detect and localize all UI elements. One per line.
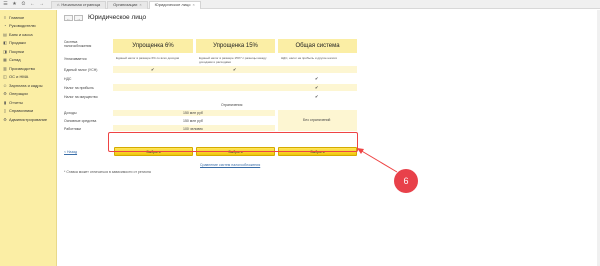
- assets-icon: ◫: [3, 74, 7, 80]
- factory-icon: ▥: [3, 65, 7, 71]
- bank-icon: ▤: [3, 31, 7, 37]
- employees-label: Работники: [64, 127, 82, 131]
- close-icon[interactable]: ×: [192, 1, 194, 9]
- gear-icon: ⚙: [3, 116, 7, 122]
- warehouse-icon: ▦: [3, 57, 7, 63]
- fixed-assets-limit: 150 млн руб: [183, 119, 203, 123]
- single-tax-label: Единый налог (УСН): [64, 68, 98, 72]
- reports-icon: ▮: [3, 99, 7, 105]
- profit-tax-label: Налог на прибыль: [64, 86, 94, 90]
- footnote: * Ставка может отличаться в зависимости …: [64, 170, 151, 174]
- column-header-general: Общая система: [278, 39, 357, 53]
- usn6-description: Единый налог в размере 6% со всех доходо…: [116, 56, 180, 60]
- compare-link[interactable]: Сравнение систем налогообложения: [200, 163, 260, 167]
- step-marker: 6: [394, 169, 418, 193]
- sidebar-item-label: Продажи: [9, 40, 26, 46]
- tab-organizations[interactable]: Организации ×: [107, 0, 148, 9]
- general-description: НДС, налог на прибыль и другие налоги: [281, 56, 338, 60]
- sidebar-item-label: Отчеты: [9, 99, 23, 105]
- employees-limit: 100 человек: [183, 127, 203, 131]
- home-icon: ⌂: [57, 2, 60, 7]
- sidebar-item-purchases[interactable]: ◨ Покупки: [0, 47, 56, 56]
- sidebar-item-manager[interactable]: ◔ Руководителю: [0, 22, 56, 31]
- income-label: Доходы: [64, 111, 77, 115]
- property-tax-general-check: ✔: [315, 94, 319, 99]
- star-icon[interactable]: ★: [11, 1, 18, 8]
- tab-label: Юридическое лицо: [154, 2, 191, 7]
- menu-icon[interactable]: ☰: [2, 1, 9, 8]
- operations-icon: ⚙: [3, 91, 7, 97]
- tab-home[interactable]: ⌂ Начальная страница: [51, 0, 107, 9]
- back-arrow-icon[interactable]: ←: [29, 1, 36, 8]
- profit-tax-general-check: ✔: [315, 85, 319, 90]
- forward-button[interactable]: →: [74, 15, 83, 21]
- single-tax-usn6-check: ✔: [151, 67, 155, 72]
- sidebar-item-label: ОС и НМА: [9, 74, 29, 80]
- usn15-description: Единый налог в размере 15%* с разницы ме…: [199, 56, 267, 64]
- chart-icon: ◔: [3, 23, 7, 29]
- vat-label: НДС: [64, 77, 72, 81]
- page-title: Юридическое лицо: [88, 14, 147, 21]
- back-link[interactable]: < Назад: [64, 150, 77, 154]
- sidebar-item-label: Производство: [9, 65, 36, 71]
- back-button[interactable]: ←: [64, 15, 73, 21]
- sidebar-item-reports[interactable]: ▮ Отчеты: [0, 98, 56, 107]
- nav-buttons: ← →: [64, 15, 83, 21]
- sidebar-item-assets[interactable]: ◫ ОС и НМА: [0, 73, 56, 82]
- sidebar-item-label: Операции: [9, 91, 28, 97]
- sidebar-item-operations[interactable]: ⚙ Операции: [0, 90, 56, 99]
- pays-label: Уплачивается: [64, 57, 87, 61]
- single-tax-usn15-check: ✔: [233, 67, 237, 72]
- income-limit: 150 млн руб: [183, 111, 203, 115]
- tab-legal-entity[interactable]: Юридическое лицо ×: [148, 0, 201, 9]
- column-header-usn6: Упрощенка 6%: [113, 39, 193, 53]
- sidebar-item-label: Администрирование: [9, 116, 48, 122]
- column-header-usn15: Упрощенка 15%: [196, 39, 275, 53]
- basket-icon: ◨: [3, 48, 7, 54]
- vat-general-check: ✔: [315, 76, 319, 81]
- history-icon[interactable]: ⏲: [20, 1, 27, 8]
- tab-label: Начальная страница: [61, 2, 101, 7]
- sidebar-item-salary[interactable]: ☺ Зарплата и кадры: [0, 81, 56, 90]
- sidebar-item-label: Склад: [9, 57, 21, 63]
- forward-arrow-icon[interactable]: →: [38, 1, 45, 8]
- sidebar-item-production[interactable]: ▥ Производство: [0, 64, 56, 73]
- top-bar: ☰ ★ ⏲ ← → ⌂ Начальная страница Организац…: [0, 0, 600, 9]
- sidebar-item-label: Руководителю: [9, 23, 36, 29]
- sidebar-item-admin[interactable]: ⚙ Администрирование: [0, 115, 56, 124]
- sidebar-item-sales[interactable]: ◧ Продажи: [0, 39, 56, 48]
- highlight-box: [108, 132, 358, 152]
- book-icon: ▯: [3, 108, 7, 114]
- property-tax-label: Налог на имущество: [64, 95, 98, 99]
- general-limit: Без ограничений: [303, 118, 331, 122]
- tab-label: Организации: [113, 2, 138, 7]
- sidebar-item-label: Покупки: [9, 48, 25, 54]
- hamburger-icon: ≡: [3, 14, 7, 20]
- sidebar-item-warehouse[interactable]: ▦ Склад: [0, 56, 56, 65]
- sidebar-item-label: Главное: [9, 14, 25, 20]
- fixed-assets-label: Основные средства: [64, 119, 97, 123]
- people-icon: ☺: [2, 82, 8, 88]
- sidebar: ≡ Главное ◔ Руководителю ▤ Банк и касса ◧ Пр…: [0, 10, 57, 266]
- sidebar-item-label: Банк и касса: [9, 31, 33, 37]
- sidebar-item-references[interactable]: ▯ Справочники: [0, 107, 56, 116]
- sidebar-item-bank[interactable]: ▤ Банк и касса: [0, 30, 56, 39]
- sidebar-item-main[interactable]: ≡ Главное: [0, 13, 56, 22]
- sidebar-item-label: Справочники: [9, 108, 34, 114]
- close-icon[interactable]: ×: [139, 1, 141, 9]
- system-label: Система налогообложения: [64, 40, 92, 48]
- cart-icon: ◧: [3, 40, 7, 46]
- limits-heading: Ограничения: [221, 103, 243, 107]
- row-band: [113, 84, 357, 91]
- sidebar-item-label: Зарплата и кадры: [9, 82, 43, 88]
